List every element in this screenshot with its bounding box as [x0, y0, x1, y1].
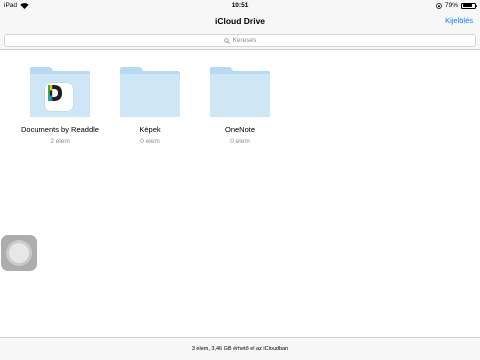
search-input[interactable]: Keresés [4, 34, 476, 47]
status-right: 79% [436, 0, 478, 11]
folder-icon [119, 66, 181, 118]
file-name: Documents by Readdle [21, 125, 99, 134]
status-time: 10:51 [231, 2, 249, 9]
select-button[interactable]: Kijelölés [445, 14, 473, 28]
file-name: Képek [139, 125, 161, 134]
file-item-count: 0 elem [140, 138, 160, 145]
file-grid: Documents by Readdle 2 elem Képek 0 elem… [0, 60, 480, 160]
documents-app-icon [45, 83, 73, 111]
battery-icon [461, 2, 478, 9]
assistive-touch-center [9, 243, 29, 263]
file-item-documents-by-readdle[interactable]: Documents by Readdle 2 elem [15, 60, 105, 150]
search-placeholder: Keresés [232, 37, 257, 44]
file-item-count: 2 elem [50, 138, 70, 145]
assistive-touch-ring [6, 240, 32, 266]
navigation-bar: iCloud Drive Kijelölés [0, 11, 480, 31]
search-area: Keresés [0, 31, 480, 50]
assistive-touch-button[interactable] [1, 235, 37, 271]
file-item-count: 0 elem [230, 138, 250, 145]
status-bar: iPad 10:51 79% [0, 0, 480, 11]
file-item-onenote[interactable]: OneNote 0 elem [195, 60, 285, 150]
battery-fill [462, 4, 472, 7]
rotation-lock-icon [436, 2, 442, 9]
folder-icon [29, 66, 91, 118]
storage-footer: 3 elem, 3,46 GB érhető el az iCloudban [0, 337, 480, 360]
file-item-kepek[interactable]: Képek 0 elem [105, 60, 195, 150]
search-icon [223, 37, 230, 44]
battery-percent: 79% [444, 2, 458, 9]
folder-icon [209, 66, 271, 118]
page-title: iCloud Drive [214, 16, 266, 26]
file-name: OneNote [224, 125, 256, 134]
